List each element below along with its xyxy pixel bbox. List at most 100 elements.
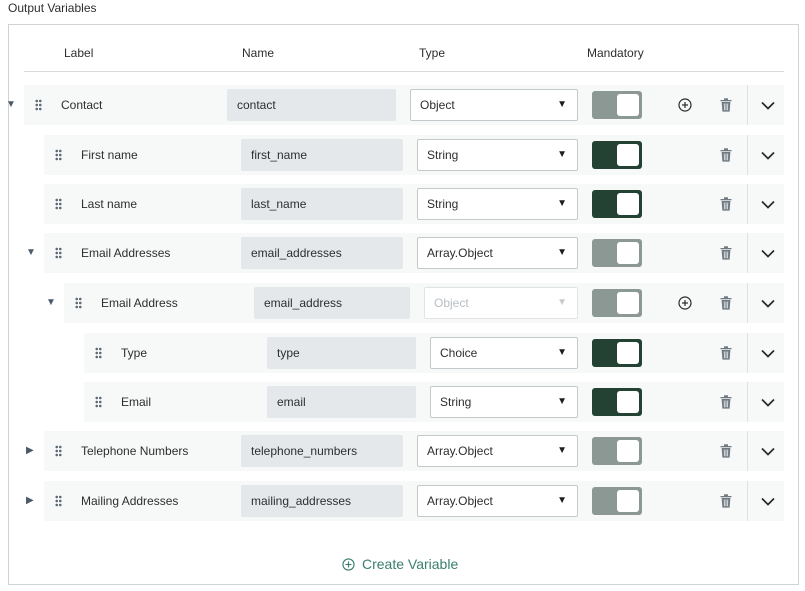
drag-handle-icon[interactable]	[55, 495, 62, 507]
delete-icon[interactable]	[720, 494, 732, 508]
drag-handle-icon[interactable]	[55, 198, 62, 210]
row-separator	[747, 382, 748, 422]
mandatory-toggle[interactable]	[592, 437, 642, 465]
name-input[interactable]: mailing_addresses	[241, 485, 403, 517]
row-separator	[747, 85, 748, 125]
type-select-value: String	[427, 148, 459, 162]
delete-icon[interactable]	[720, 246, 732, 260]
variable-label: Type	[121, 346, 148, 360]
toggle-knob	[617, 440, 639, 462]
expand-row-chevron-icon[interactable]	[761, 398, 775, 407]
name-input[interactable]: first_name	[241, 139, 403, 171]
header-divider	[24, 71, 784, 72]
delete-icon[interactable]	[720, 148, 732, 162]
variable-label: Last name	[81, 197, 138, 211]
name-input[interactable]: email_addresses	[241, 237, 403, 269]
expand-row-chevron-icon[interactable]	[761, 447, 775, 456]
row-separator	[747, 481, 748, 521]
mandatory-toggle[interactable]	[592, 289, 642, 317]
dropdown-arrow-icon: ▼	[557, 198, 567, 209]
toggle-knob	[617, 144, 639, 166]
name-input[interactable]: last_name	[241, 188, 403, 220]
drag-handle-icon[interactable]	[55, 247, 62, 259]
delete-icon[interactable]	[720, 98, 732, 112]
type-select-value: Object	[420, 98, 455, 112]
row-separator	[747, 135, 748, 175]
type-select[interactable]: String ▼	[417, 139, 578, 171]
drag-handle-icon[interactable]	[35, 99, 42, 111]
collapse-caret-icon[interactable]: ▼	[6, 100, 16, 110]
table-row	[44, 184, 784, 224]
expand-row-chevron-icon[interactable]	[761, 249, 775, 258]
type-select[interactable]: Array.Object ▼	[417, 435, 578, 467]
type-select-value: String	[440, 395, 472, 409]
name-input[interactable]: email_address	[254, 287, 410, 319]
variable-label: Mailing Addresses	[81, 494, 179, 508]
expand-row-chevron-icon[interactable]	[761, 349, 775, 358]
delete-icon[interactable]	[720, 197, 732, 211]
delete-icon[interactable]	[720, 296, 732, 310]
mandatory-toggle[interactable]	[592, 91, 642, 119]
create-variable-button[interactable]: Create Variable	[342, 556, 458, 572]
mandatory-toggle[interactable]	[592, 339, 642, 367]
delete-icon[interactable]	[720, 444, 732, 458]
dropdown-arrow-icon: ▼	[557, 149, 567, 160]
dropdown-arrow-icon: ▼	[557, 445, 567, 456]
row-separator	[747, 431, 748, 471]
type-select-value: Array.Object	[427, 246, 493, 260]
table-row	[44, 135, 784, 175]
collapse-caret-icon[interactable]: ▼	[26, 248, 36, 258]
type-select[interactable]: String ▼	[417, 188, 578, 220]
create-variable-label: Create Variable	[362, 556, 459, 572]
mandatory-toggle[interactable]	[592, 141, 642, 169]
dropdown-arrow-icon: ▼	[557, 347, 567, 358]
mandatory-toggle[interactable]	[592, 388, 642, 416]
dropdown-arrow-icon: ▼	[557, 495, 567, 506]
name-input[interactable]: email	[267, 386, 416, 418]
expand-row-chevron-icon[interactable]	[761, 497, 775, 506]
expand-caret-icon[interactable]: ▶	[26, 496, 34, 506]
collapse-caret-icon[interactable]: ▼	[46, 298, 56, 308]
type-select-value: String	[427, 197, 459, 211]
delete-icon[interactable]	[720, 395, 732, 409]
drag-handle-icon[interactable]	[95, 347, 102, 359]
variable-label: Email Address	[101, 296, 178, 310]
type-select-value: Choice	[440, 346, 478, 360]
expand-row-chevron-icon[interactable]	[761, 299, 775, 308]
add-child-icon[interactable]	[678, 296, 692, 310]
section-title: Output Variables	[8, 1, 97, 15]
dropdown-arrow-icon: ▼	[557, 99, 567, 110]
delete-icon[interactable]	[720, 346, 732, 360]
mandatory-toggle[interactable]	[592, 239, 642, 267]
toggle-knob	[617, 94, 639, 116]
name-input[interactable]: contact	[227, 89, 396, 121]
type-select[interactable]: Object ▼	[410, 89, 578, 121]
type-select[interactable]: Array.Object ▼	[417, 237, 578, 269]
expand-row-chevron-icon[interactable]	[761, 151, 775, 160]
drag-handle-icon[interactable]	[55, 149, 62, 161]
expand-caret-icon[interactable]: ▶	[26, 446, 34, 456]
add-child-icon[interactable]	[678, 98, 692, 112]
column-header-type: Type	[419, 46, 446, 60]
row-separator	[747, 233, 748, 273]
name-input[interactable]: type	[267, 337, 416, 369]
type-select-value: Object	[434, 296, 469, 310]
toggle-knob	[617, 490, 639, 512]
type-select[interactable]: Array.Object ▼	[417, 485, 578, 517]
mandatory-toggle[interactable]	[592, 190, 642, 218]
drag-handle-icon[interactable]	[55, 445, 62, 457]
name-input[interactable]: telephone_numbers	[241, 435, 403, 467]
type-select[interactable]: Choice ▼	[430, 337, 578, 369]
variable-label: First name	[81, 148, 138, 162]
mandatory-toggle[interactable]	[592, 487, 642, 515]
drag-handle-icon[interactable]	[95, 396, 102, 408]
column-header-label: Label	[64, 46, 94, 60]
toggle-knob	[617, 292, 639, 314]
expand-row-chevron-icon[interactable]	[761, 101, 775, 110]
column-header-mandatory: Mandatory	[587, 46, 644, 60]
add-circle-icon	[342, 557, 355, 571]
type-select[interactable]: String ▼	[430, 386, 578, 418]
toggle-knob	[617, 391, 639, 413]
expand-row-chevron-icon[interactable]	[761, 200, 775, 209]
drag-handle-icon[interactable]	[75, 297, 82, 309]
